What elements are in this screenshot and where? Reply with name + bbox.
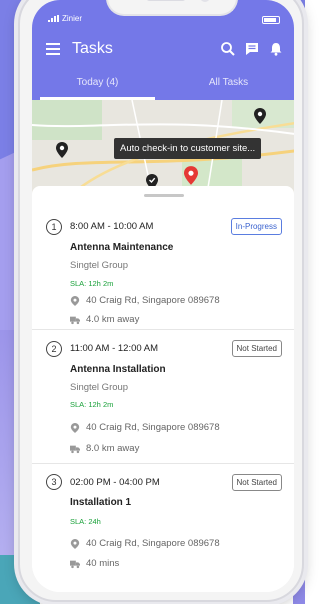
map-tooltip: Auto check-in to customer site... <box>114 138 262 159</box>
distance-text: 8.0 km away <box>86 443 140 454</box>
task-company: Singtel Group <box>70 382 129 393</box>
truck-icon <box>70 445 80 453</box>
address-text: 40 Craig Rd, Singapore 089678 <box>86 422 220 433</box>
task-address: 40 Craig Rd, Singapore 089678 <box>70 538 220 549</box>
map-view[interactable]: Auto check-in to customer site... <box>32 100 294 194</box>
map-pin-icon[interactable] <box>254 108 266 124</box>
battery-icon <box>262 16 280 24</box>
search-icon[interactable] <box>220 41 236 57</box>
task-time: 8:00 AM - 10:00 AM <box>70 221 154 232</box>
toolbar: Tasks <box>32 34 294 66</box>
location-icon <box>70 422 80 433</box>
tab-today[interactable]: Today (4) <box>32 70 163 100</box>
map-pin-icon[interactable] <box>56 142 68 158</box>
address-text: 40 Craig Rd, Singapore 089678 <box>86 295 220 306</box>
menu-icon[interactable] <box>46 43 60 55</box>
front-camera <box>200 0 210 2</box>
bell-icon[interactable] <box>268 41 284 57</box>
task-distance: 8.0 km away <box>70 443 139 454</box>
phone-screen: Zinier Tasks Today (4) All Tasks Auto ch… <box>32 0 294 592</box>
status-badge: Not Started <box>231 340 282 357</box>
task-card[interactable]: 3 02:00 PM - 04:00 PM Not Started Instal… <box>32 464 294 592</box>
status-bar: Zinier <box>48 14 82 23</box>
task-card[interactable]: 1 8:00 AM - 10:00 AM In-Progress Antenna… <box>32 208 294 330</box>
task-sla: SLA: 12h 2m <box>70 279 114 288</box>
task-list: 1 8:00 AM - 10:00 AM In-Progress Antenna… <box>32 186 294 592</box>
task-sla: SLA: 24h <box>70 517 101 526</box>
task-card[interactable]: 2 11:00 AM - 12:00 AM Not Started Antenn… <box>32 330 294 464</box>
task-name: Antenna Installation <box>70 364 166 375</box>
speaker-grille <box>146 0 186 1</box>
task-sla: SLA: 12h 2m <box>70 400 114 409</box>
task-index: 1 <box>46 219 62 235</box>
task-time: 02:00 PM - 04:00 PM <box>70 477 160 488</box>
task-time: 11:00 AM - 12:00 AM <box>70 343 159 354</box>
signal-icon <box>48 15 59 22</box>
task-address: 40 Craig Rd, Singapore 089678 <box>70 422 220 433</box>
notes-icon[interactable] <box>244 41 260 57</box>
task-distance: 40 mins <box>70 558 119 569</box>
status-badge: In-Progress <box>230 218 282 235</box>
task-company: Singtel Group <box>70 260 129 271</box>
location-icon <box>70 295 80 306</box>
location-icon <box>70 538 80 549</box>
address-text: 40 Craig Rd, Singapore 089678 <box>86 538 220 549</box>
current-location-pin-icon[interactable] <box>184 166 198 185</box>
task-name: Installation 1 <box>70 497 132 508</box>
distance-text: 4.0 km away <box>86 314 140 325</box>
task-index: 3 <box>46 474 62 490</box>
task-distance: 4.0 km away <box>70 314 139 325</box>
task-address: 40 Craig Rd, Singapore 089678 <box>70 295 220 306</box>
task-name: Antenna Maintenance <box>70 242 174 253</box>
truck-icon <box>70 560 80 568</box>
distance-text: 40 mins <box>86 558 120 569</box>
carrier-name: Zinier <box>62 14 83 23</box>
phone-frame: Zinier Tasks Today (4) All Tasks Auto ch… <box>18 0 304 602</box>
truck-icon <box>70 316 80 324</box>
status-badge: Not Started <box>231 474 282 491</box>
page-title: Tasks <box>72 40 113 57</box>
task-index: 2 <box>46 341 62 357</box>
phone-notch <box>106 0 238 16</box>
tab-bar: Today (4) All Tasks <box>32 70 294 100</box>
tab-all-tasks[interactable]: All Tasks <box>163 70 294 100</box>
drag-handle[interactable] <box>144 194 184 197</box>
